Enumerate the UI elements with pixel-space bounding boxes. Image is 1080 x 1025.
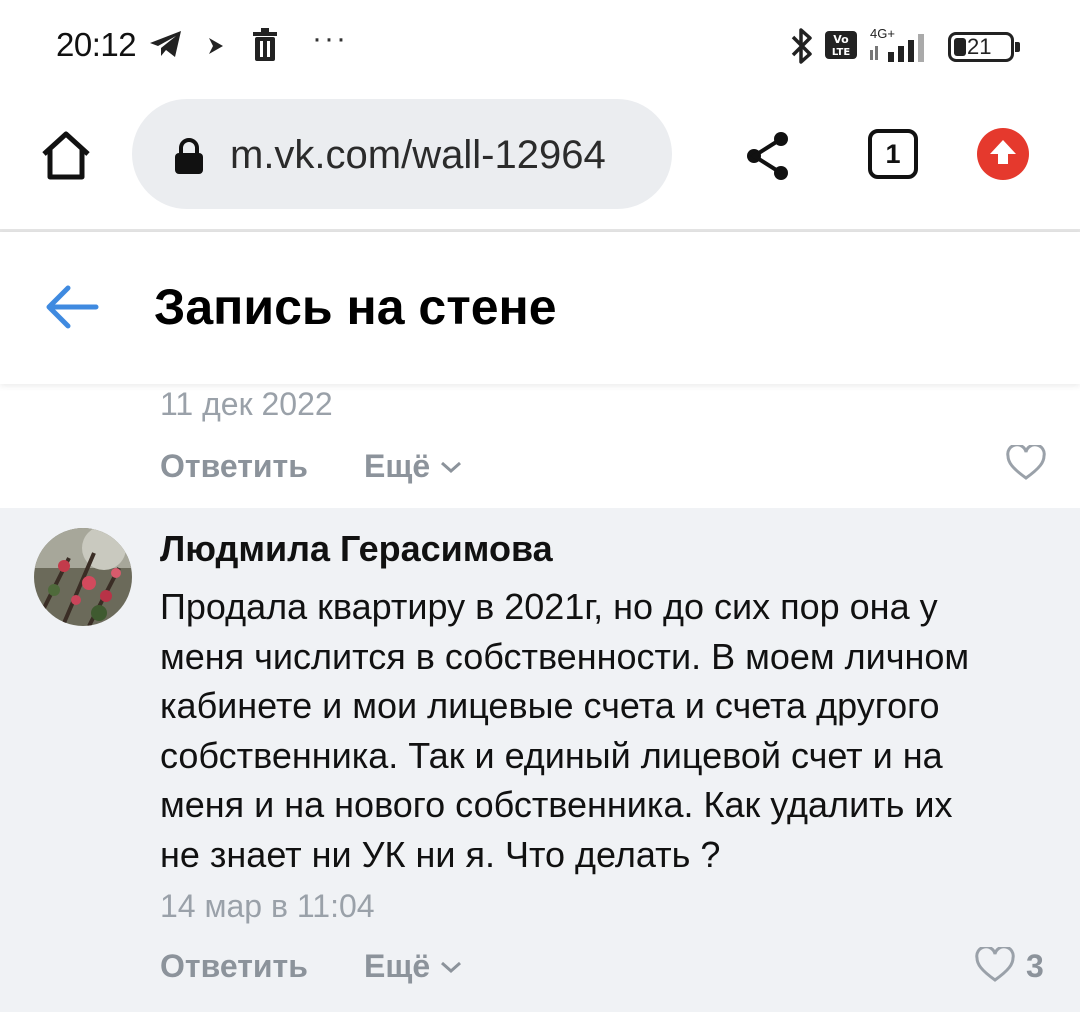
- tab-switcher-button[interactable]: 1: [868, 129, 918, 179]
- comment-author[interactable]: Людмила Герасимова: [160, 528, 553, 570]
- home-icon[interactable]: [40, 130, 92, 182]
- avatar[interactable]: [34, 528, 132, 626]
- url-text[interactable]: m.vk.com/wall-12964: [230, 133, 606, 178]
- comment-text-line: меня и на нового собственника. Как удали…: [160, 784, 953, 825]
- more-button[interactable]: Ещё: [364, 448, 430, 485]
- status-more: ···: [312, 22, 348, 55]
- signal-icon: [870, 34, 924, 62]
- status-bar: 20:12 ··· Vo LTE 4G+ 21: [0, 0, 1080, 92]
- like-heart-icon[interactable]: [975, 947, 1015, 983]
- address-bar[interactable]: m.vk.com/wall-12964: [132, 99, 672, 209]
- comment-text-line: не знает ни УК ни я. Что делать ?: [160, 833, 721, 875]
- update-icon[interactable]: [977, 128, 1029, 180]
- bluetooth-icon: [791, 28, 812, 64]
- battery-level: 21: [967, 34, 992, 59]
- reply-button[interactable]: Ответить: [160, 948, 308, 985]
- comment-date: 11 дек 2022: [160, 386, 333, 422]
- reply-button[interactable]: Ответить: [160, 448, 308, 485]
- chevron-down-icon[interactable]: [440, 960, 462, 974]
- status-time: 20:12: [56, 26, 137, 63]
- trash-icon: [253, 28, 277, 61]
- telegram-icon: [150, 31, 181, 57]
- play-icon: [209, 38, 223, 54]
- battery-icon: 21: [948, 32, 1020, 62]
- comment-text-line: кабинете и мои лицевые счета и счета дру…: [160, 685, 940, 726]
- svg-text:LTE: LTE: [832, 47, 851, 58]
- svg-text:Vo: Vo: [833, 33, 849, 46]
- like-heart-icon[interactable]: [1006, 445, 1046, 481]
- comment-text-line: меня числится в собственности. В моем ли…: [160, 635, 970, 677]
- volte-icon: Vo LTE: [825, 31, 857, 59]
- comment-text: Продала квартиру в 2021г, но до сих пор …: [160, 582, 1060, 879]
- avatar-image: [34, 528, 132, 626]
- lock-icon: [175, 138, 203, 174]
- comment-date: 14 мар в 11:04: [160, 888, 375, 924]
- comment-item: 11 дек 2022 Ответить Ещё: [0, 384, 1080, 508]
- page-header: Запись на стене: [0, 232, 1080, 384]
- back-arrow-icon[interactable]: [44, 282, 100, 332]
- share-icon[interactable]: [744, 130, 792, 182]
- more-button[interactable]: Ещё: [364, 948, 430, 985]
- comment-text-line: собственника. Так и единый лицевой счет …: [160, 734, 943, 776]
- browser-toolbar: m.vk.com/wall-12964 1: [0, 92, 1080, 230]
- comment-item: Людмила Герасимова Продала квартиру в 20…: [0, 508, 1080, 1012]
- page-title: Запись на стене: [154, 279, 557, 335]
- like-count: 3: [1026, 948, 1044, 984]
- chevron-down-icon[interactable]: [440, 460, 462, 474]
- comment-text-line: Продала квартиру в 2021г, но до сих пор …: [160, 586, 938, 627]
